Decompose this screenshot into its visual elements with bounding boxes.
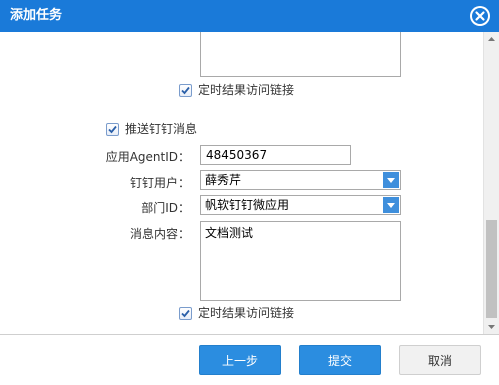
upper-timed-link-label: 定时结果访问链接 — [198, 83, 295, 97]
department-id-value: 帆软钉钉微应用 — [205, 198, 290, 212]
scrollbar-thumb[interactable] — [486, 220, 497, 318]
chevron-down-icon[interactable] — [383, 172, 399, 188]
cancel-button[interactable]: 取消 — [399, 345, 481, 375]
previous-step-button[interactable]: 上一步 — [199, 345, 281, 375]
vertical-scrollbar[interactable] — [483, 32, 499, 334]
department-id-label: 部门ID： — [141, 201, 190, 215]
lower-timed-link-row: 定时结果访问链接 — [179, 305, 294, 321]
checkmark-icon — [181, 309, 190, 317]
scroll-down-arrow-icon[interactable] — [484, 320, 499, 334]
dingtalk-user-value: 薛秀芹 — [205, 173, 242, 187]
close-button[interactable] — [470, 6, 490, 26]
agent-id-label: 应用AgentID： — [105, 150, 190, 164]
upper-timed-link-row: 定时结果访问链接 — [179, 82, 294, 98]
submit-button[interactable]: 提交 — [299, 345, 381, 375]
department-id-select[interactable]: 帆软钉钉微应用 — [200, 195, 401, 215]
dialog-body: 定时结果访问链接 推送钉钉消息 应用AgentID： 48450367 钉钉用户… — [0, 32, 483, 334]
lower-timed-link-label: 定时结果访问链接 — [198, 306, 295, 320]
dialog-footer: 上一步 提交 取消 — [0, 334, 499, 385]
close-circle-icon — [472, 8, 488, 24]
agent-id-input[interactable]: 48450367 — [200, 145, 351, 165]
checkmark-icon — [108, 125, 117, 133]
dialog-titlebar: 添加任务 — [0, 0, 499, 32]
message-content-textarea[interactable]: 文档测试 — [200, 221, 401, 301]
checkmark-icon — [181, 86, 190, 94]
dingtalk-user-select[interactable]: 薛秀芹 — [200, 170, 401, 190]
dingtalk-user-label: 钉钉用户： — [129, 176, 190, 190]
upper-timed-link-checkbox[interactable] — [179, 83, 192, 97]
scroll-up-arrow-icon[interactable] — [484, 32, 499, 46]
push-dingtalk-row: 推送钉钉消息 — [106, 121, 197, 137]
previous-textarea[interactable] — [200, 32, 401, 77]
dialog-title: 添加任务 — [10, 8, 63, 23]
push-dingtalk-label: 推送钉钉消息 — [125, 122, 198, 136]
lower-timed-link-checkbox[interactable] — [179, 306, 192, 320]
push-dingtalk-checkbox[interactable] — [106, 122, 119, 136]
message-content-label: 消息内容： — [129, 227, 190, 241]
chevron-down-icon[interactable] — [383, 197, 399, 213]
